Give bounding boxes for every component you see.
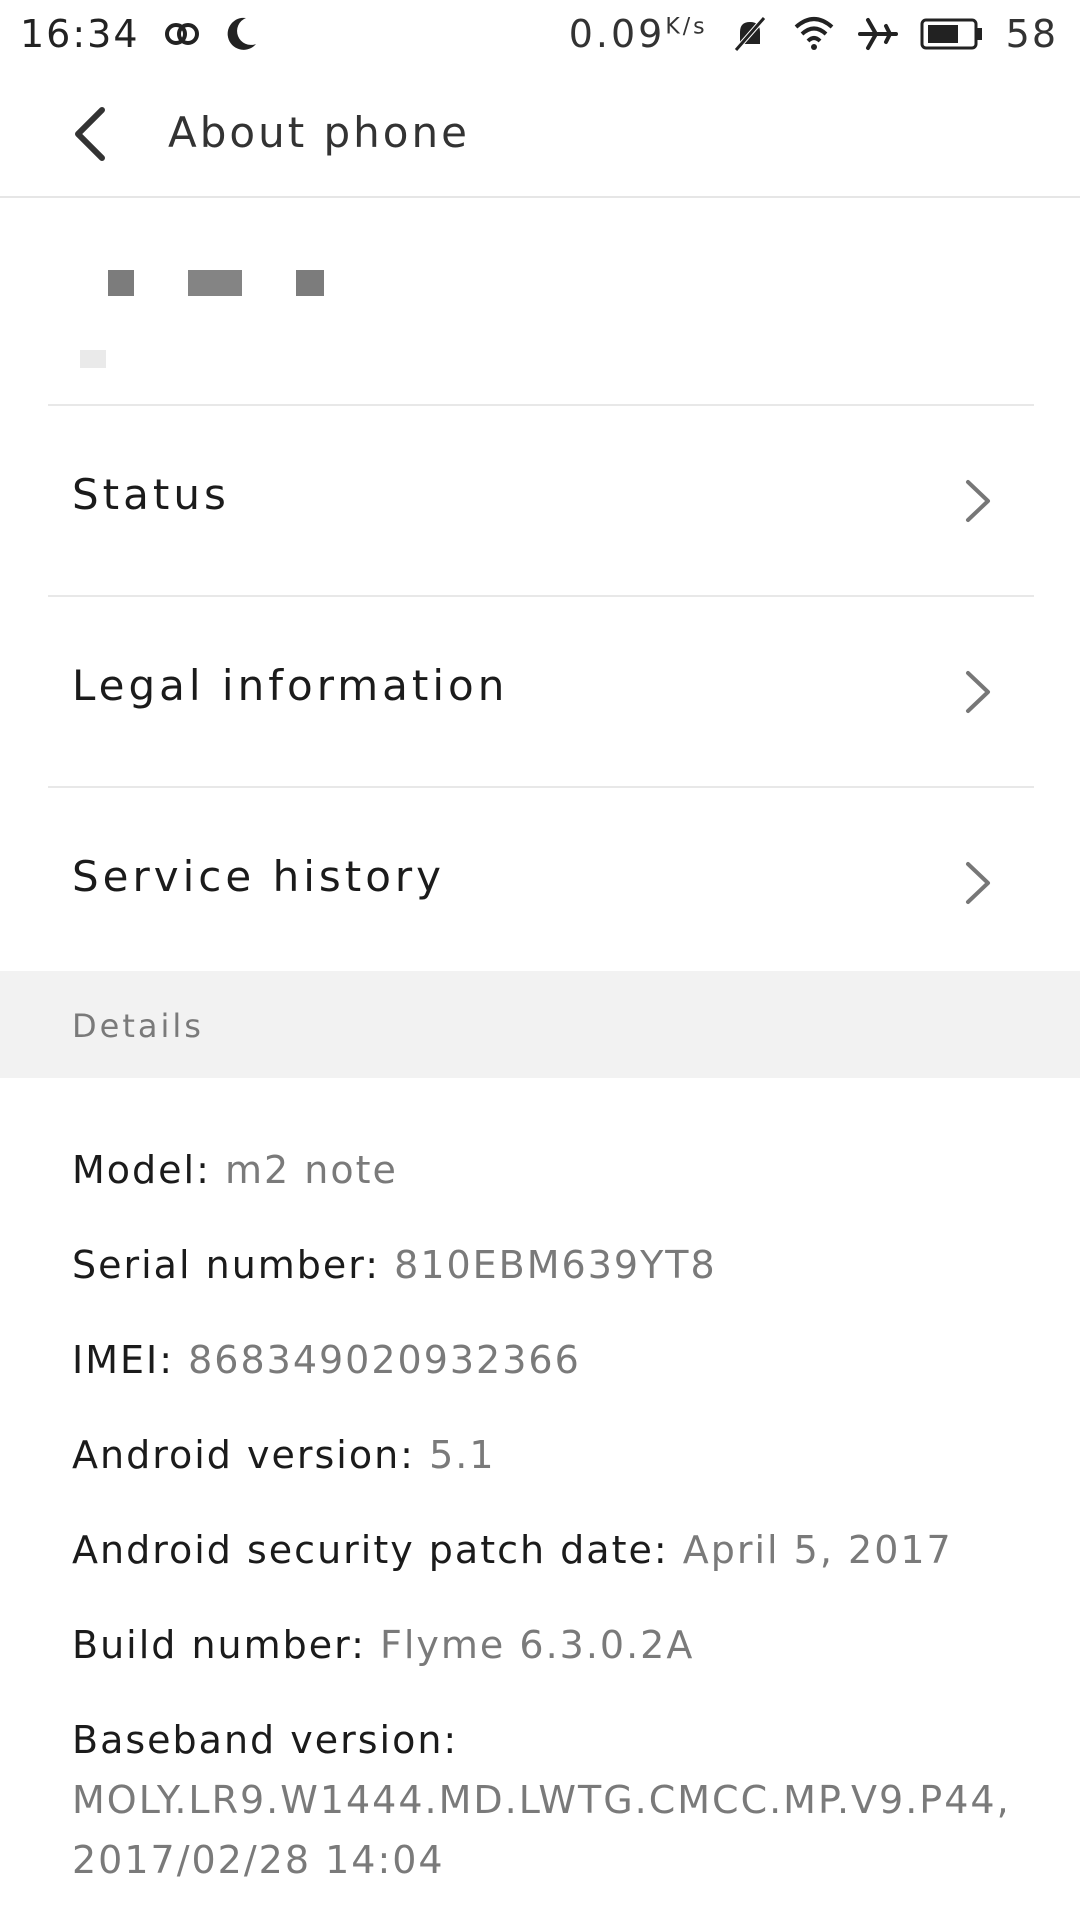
- menu-item-label: Legal information: [72, 661, 509, 710]
- menu-item-status[interactable]: Status: [48, 404, 1034, 595]
- detail-label: Android security patch date:: [72, 1528, 669, 1572]
- back-arrow-icon: [75, 107, 105, 161]
- chevron-right-icon: [966, 862, 990, 904]
- network-speed-value: 0.09: [568, 12, 666, 56]
- detail-android-version: Android version: 5.1: [72, 1425, 1032, 1520]
- detail-value: MOLY.LR9.W1444.MD.LWTG.CMCC.MP.V9.P44, 2…: [72, 1778, 1011, 1882]
- detail-label: Android version:: [72, 1433, 415, 1477]
- battery-icon: [920, 17, 984, 51]
- detail-value: Flyme 6.3.0.2A: [380, 1623, 695, 1667]
- menu-item-label: Status: [72, 470, 230, 519]
- network-speed: 0.09K/s: [569, 12, 708, 56]
- mute-icon: [730, 14, 770, 54]
- app-header: About phone: [0, 72, 1080, 198]
- menu-list: Status Legal information Service history: [0, 404, 1080, 977]
- detail-baseband-version: Baseband version: MOLY.LR9.W1444.MD.LWTG…: [72, 1710, 1032, 1890]
- redaction-block: [108, 270, 134, 296]
- network-speed-unit: K/s: [665, 14, 708, 40]
- details-list: Model: m2 note Serial number: 810EBM639Y…: [72, 1140, 1032, 1890]
- detail-imei: IMEI: 868349020932366: [72, 1330, 1032, 1425]
- detail-label: Baseband version:: [72, 1718, 459, 1762]
- detail-model: Model: m2 note: [72, 1140, 1032, 1235]
- detail-label: Build number:: [72, 1623, 366, 1667]
- device-name-redacted: [0, 198, 1080, 404]
- battery-percent: 58: [1005, 12, 1058, 56]
- details-section-header: Details: [0, 971, 1080, 1078]
- redaction-block: [296, 270, 324, 296]
- detail-label: Serial number:: [72, 1243, 381, 1287]
- detail-label: Model:: [72, 1148, 211, 1192]
- status-time: 16:34: [20, 12, 140, 56]
- detail-serial-number: Serial number: 810EBM639YT8: [72, 1235, 1032, 1330]
- wifi-icon: [792, 15, 836, 53]
- redaction-block: [188, 270, 242, 296]
- details-section-title: Details: [72, 1007, 204, 1045]
- detail-value: m2 note: [225, 1148, 398, 1192]
- chevron-right-icon: [966, 671, 990, 713]
- detail-label: IMEI:: [72, 1338, 175, 1382]
- link-icon: [162, 16, 202, 52]
- airplane-icon: [857, 16, 898, 52]
- detail-value: 810EBM639YT8: [394, 1243, 717, 1287]
- detail-security-patch-date: Android security patch date: April 5, 20…: [72, 1520, 1032, 1615]
- menu-item-service-history[interactable]: Service history: [48, 786, 1034, 977]
- back-button[interactable]: [60, 102, 120, 166]
- redaction-block: [80, 350, 106, 368]
- detail-value: 5.1: [429, 1433, 496, 1477]
- detail-build-number: Build number: Flyme 6.3.0.2A: [72, 1615, 1032, 1710]
- moon-icon: [224, 14, 260, 54]
- menu-item-legal-information[interactable]: Legal information: [48, 595, 1034, 786]
- menu-item-label: Service history: [72, 852, 446, 901]
- status-bar: 16:34 0.09K/s 58: [0, 0, 1080, 72]
- detail-value: April 5, 2017: [682, 1528, 953, 1572]
- detail-value: 868349020932366: [188, 1338, 581, 1382]
- chevron-right-icon: [966, 480, 990, 522]
- page-title: About phone: [168, 108, 470, 157]
